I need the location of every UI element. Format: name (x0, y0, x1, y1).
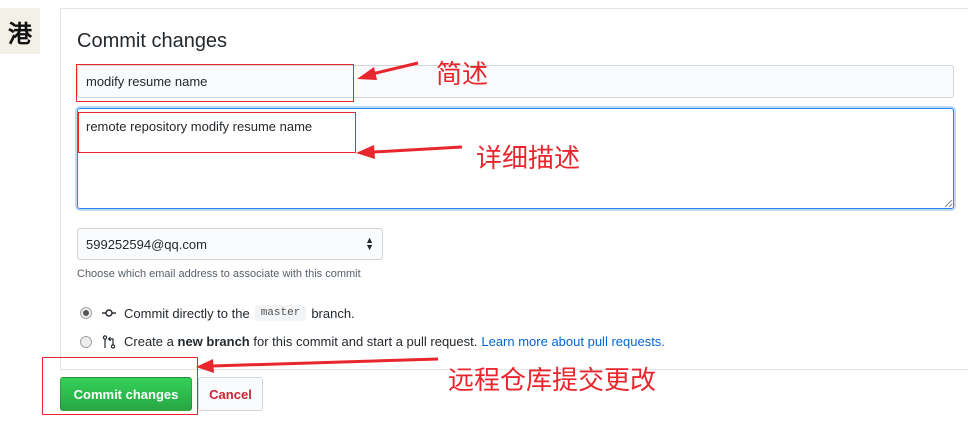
panel-border-left (60, 8, 61, 370)
radio-commit-direct[interactable] (80, 307, 92, 319)
cancel-button[interactable]: Cancel (198, 377, 263, 411)
option-new-branch[interactable]: Create a new branch for this commit and … (80, 334, 665, 349)
commit-icon (102, 306, 116, 320)
email-help-text: Choose which email address to associate … (77, 268, 361, 280)
commit-summary-input[interactable] (77, 65, 954, 98)
annotation-commit-label: 远程仓库提交更改 (448, 366, 657, 396)
option-new-branch-bold: new branch (177, 334, 250, 349)
arrow-commit-head (196, 359, 214, 373)
pull-request-icon (102, 334, 116, 349)
panel-border-top (60, 8, 968, 9)
annotation-summary-label: 简述 (436, 60, 489, 90)
option-commit-direct[interactable]: Commit directly to the master branch. (80, 305, 355, 321)
commit-form-title: Commit changes (77, 30, 228, 52)
avatar[interactable]: 港 (0, 8, 40, 54)
resize-grip-icon[interactable] (943, 198, 953, 208)
email-select-value: 599252594@qq.com (86, 236, 207, 252)
option-direct-prefix: Commit directly to the (124, 305, 250, 321)
option-direct-suffix: branch. (311, 305, 355, 321)
email-select[interactable]: 599252594@qq.com ▲ ▼ (77, 228, 383, 260)
annotation-description-label: 详细描述 (476, 144, 581, 174)
option-new-branch-post: for this commit and start a pull request… (253, 334, 478, 349)
commit-changes-button[interactable]: Commit changes (60, 377, 192, 411)
radio-new-branch[interactable] (80, 335, 92, 348)
learn-more-pull-requests-link[interactable]: Learn more about pull requests. (481, 334, 665, 349)
select-arrows-icon: ▲ ▼ (365, 235, 374, 252)
branch-name-code: master (254, 305, 307, 321)
option-new-branch-pre: Create a (124, 334, 174, 349)
arrow-commit (211, 357, 439, 368)
